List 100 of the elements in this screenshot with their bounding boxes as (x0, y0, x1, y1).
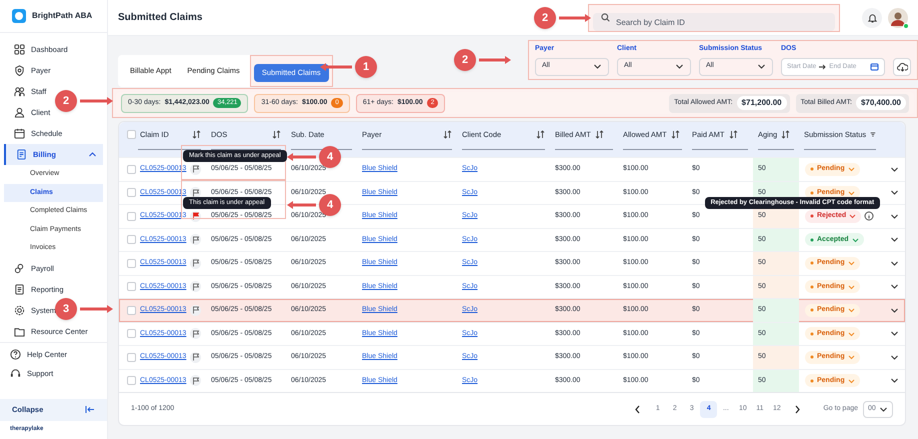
chevron-left-icon (634, 404, 641, 414)
expand-icon (890, 329, 898, 338)
chevron-icon (848, 378, 855, 384)
flag-button[interactable] (190, 375, 202, 386)
chevron-icon (848, 190, 855, 196)
callout-arrow (479, 56, 511, 64)
expand-icon (890, 212, 898, 221)
flag-icon (192, 376, 200, 385)
filter-icon (870, 130, 876, 139)
flag-icon (192, 165, 200, 174)
chevron-icon (593, 62, 602, 71)
callout-arrow (559, 14, 591, 22)
avatar[interactable] (888, 8, 908, 28)
bell-icon (868, 12, 876, 22)
checkbox[interactable] (127, 306, 136, 315)
callout-arrow (320, 63, 352, 71)
checkbox[interactable] (127, 282, 136, 292)
download-button[interactable] (893, 58, 911, 76)
status-dot (810, 284, 814, 289)
checkbox[interactable] (127, 164, 136, 174)
expand-icon (890, 164, 898, 174)
status-dot (810, 261, 814, 266)
page-title: Submitted Claims (118, 11, 202, 25)
chevron-icon (852, 236, 859, 243)
total-value: $71,200.00 (736, 96, 787, 110)
brand-name: BrightPath ABA (32, 10, 92, 22)
expand-icon (890, 258, 898, 268)
expand-icon (890, 282, 898, 292)
flag-icon (192, 282, 200, 291)
checkbox[interactable] (127, 130, 136, 139)
search-icon (601, 13, 610, 22)
chevron-icon (757, 62, 766, 71)
chevron-icon (848, 330, 855, 337)
sort-icon (781, 130, 790, 139)
flag-button[interactable] (190, 187, 202, 198)
chevron-icon (848, 166, 855, 172)
status-dot (810, 332, 814, 336)
total-value: $70,400.00 (856, 96, 906, 110)
coins-icon (14, 262, 25, 274)
document-icon (16, 149, 27, 160)
callout-arrow (287, 153, 316, 161)
people-icon (14, 86, 25, 98)
status-dot (810, 378, 814, 383)
settings-icon (14, 304, 25, 316)
chevron-icon (848, 260, 855, 266)
flag-icon (192, 353, 200, 362)
checkbox[interactable] (127, 212, 136, 221)
flag-icon (192, 236, 200, 244)
chevron-icon (848, 307, 855, 314)
flag-icon (192, 188, 200, 197)
checkbox[interactable] (127, 376, 136, 386)
callout-badge: 2 (454, 49, 476, 71)
checkbox[interactable] (127, 188, 136, 198)
chevron-icon (675, 62, 684, 71)
sort-icon (272, 130, 281, 139)
flag-icon (192, 259, 200, 268)
person-icon (14, 107, 25, 118)
flag-button[interactable] (190, 352, 202, 363)
chevron-icon (879, 404, 888, 414)
expand-icon (890, 376, 898, 386)
headset-icon (10, 368, 21, 379)
status-dot (810, 238, 814, 242)
sort-icon (594, 130, 604, 139)
flag-icon (192, 330, 200, 338)
sort-icon (728, 130, 738, 139)
chevron-icon (848, 354, 855, 360)
help-icon (10, 348, 21, 360)
collapse-icon (85, 405, 95, 414)
calendar-icon (870, 62, 879, 71)
flag-button[interactable] (190, 234, 202, 246)
flag-button[interactable] (190, 258, 202, 269)
chevron-right-icon (794, 404, 801, 414)
cloud-download-icon (896, 62, 908, 72)
callout-badge: 1 (355, 56, 377, 78)
report-icon (14, 284, 25, 295)
flag-button[interactable] (190, 328, 202, 340)
status-dot (810, 355, 814, 360)
sort-icon (443, 130, 452, 139)
chevron-icon (849, 213, 856, 220)
grid-icon (14, 44, 25, 56)
checkbox[interactable] (127, 235, 136, 244)
checkbox[interactable] (127, 258, 136, 268)
flag-button[interactable] (190, 281, 202, 292)
notification-button[interactable] (862, 8, 882, 28)
arrow-icon (819, 64, 826, 70)
shield-icon (14, 65, 25, 76)
checkbox[interactable] (127, 352, 136, 362)
callout-arrow (80, 305, 113, 313)
expand-icon (890, 352, 898, 362)
expand-icon (890, 235, 898, 244)
search-field[interactable]: Search by Claim ID (593, 13, 835, 31)
callout-arrow (80, 97, 113, 105)
flag-button[interactable] (190, 164, 202, 175)
checkbox[interactable] (127, 329, 136, 338)
callout-arrow (287, 201, 316, 209)
expand-icon (890, 306, 898, 315)
flag-icon (192, 212, 200, 220)
status-dot (810, 190, 814, 195)
status-dot (810, 167, 814, 172)
status-dot (810, 214, 814, 218)
